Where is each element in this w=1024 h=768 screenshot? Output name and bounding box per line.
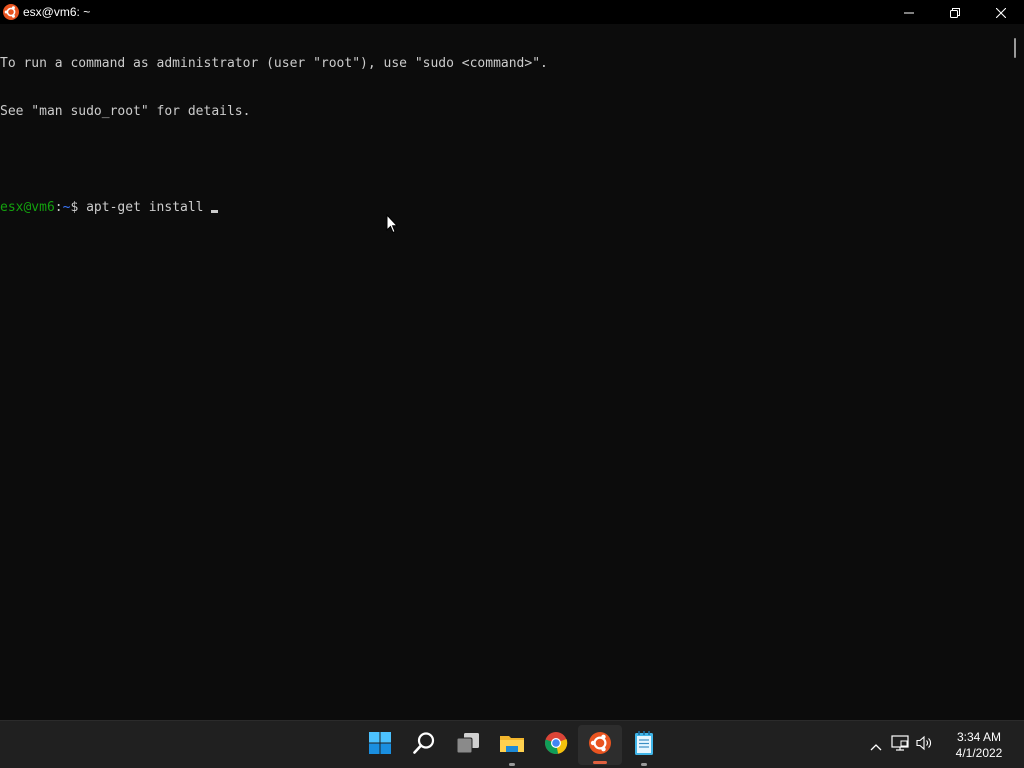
- text-cursor: [211, 210, 219, 213]
- maximize-button[interactable]: [932, 0, 978, 24]
- ubuntu-icon: [3, 4, 19, 20]
- mouse-pointer-icon: [386, 213, 399, 238]
- running-indicator: [641, 763, 647, 766]
- terminal-line: To run a command as administrator (user …: [0, 56, 548, 71]
- running-indicator: [593, 761, 607, 764]
- task-view-icon: [455, 731, 481, 759]
- taskbar-apps: [358, 721, 666, 768]
- command-input[interactable]: apt-get install: [86, 200, 211, 215]
- task-view-button[interactable]: [446, 721, 490, 768]
- volume-button[interactable]: [912, 721, 936, 768]
- windows-icon: [368, 731, 392, 759]
- clock-time: 3:34 AM: [956, 730, 1002, 744]
- network-icon: [891, 735, 909, 755]
- clock-date: 4/1/2022: [955, 746, 1003, 760]
- prompt-symbol: $: [70, 200, 87, 215]
- ubuntu-button[interactable]: [578, 725, 622, 765]
- minimize-button[interactable]: [886, 0, 932, 24]
- start-button[interactable]: [358, 721, 402, 768]
- terminal-line: See "man sudo_root" for details.: [0, 104, 251, 119]
- network-button[interactable]: [888, 721, 912, 768]
- close-button[interactable]: [978, 0, 1024, 24]
- volume-icon: [915, 735, 933, 755]
- restore-icon: [950, 3, 960, 22]
- title-bar[interactable]: esx@vm6: ~: [0, 0, 1024, 24]
- clock[interactable]: 3:34 AM 4/1/2022: [940, 729, 1018, 761]
- search-button[interactable]: [402, 721, 446, 768]
- scrollbar-thumb[interactable]: [1014, 38, 1016, 58]
- prompt-user-host: esx@vm6: [0, 200, 55, 215]
- show-hidden-icons-button[interactable]: [864, 721, 888, 768]
- file-explorer-button[interactable]: [490, 721, 534, 768]
- chevron-up-icon: [870, 736, 882, 755]
- minimize-icon: [904, 3, 914, 22]
- chrome-icon: [544, 731, 568, 759]
- prompt-separator: :: [54, 200, 63, 215]
- window-controls: [886, 0, 1024, 24]
- prompt-line: esx@vm6:~$ apt-get install: [0, 200, 1006, 216]
- running-indicator: [509, 763, 515, 766]
- terminal-scrollbar[interactable]: [1006, 24, 1024, 720]
- notepad-icon: [633, 730, 655, 760]
- window-title: esx@vm6: ~: [23, 5, 91, 19]
- system-tray: 3:34 AM 4/1/2022: [864, 721, 1024, 768]
- ubuntu-icon: [588, 731, 612, 759]
- chrome-button[interactable]: [534, 721, 578, 768]
- terminal-output[interactable]: To run a command as administrator (user …: [0, 24, 1006, 720]
- folder-icon: [499, 731, 525, 759]
- close-icon: [995, 3, 1007, 22]
- taskbar: 3:34 AM 4/1/2022: [0, 720, 1024, 768]
- notepad-button[interactable]: [622, 721, 666, 768]
- search-icon: [412, 731, 436, 759]
